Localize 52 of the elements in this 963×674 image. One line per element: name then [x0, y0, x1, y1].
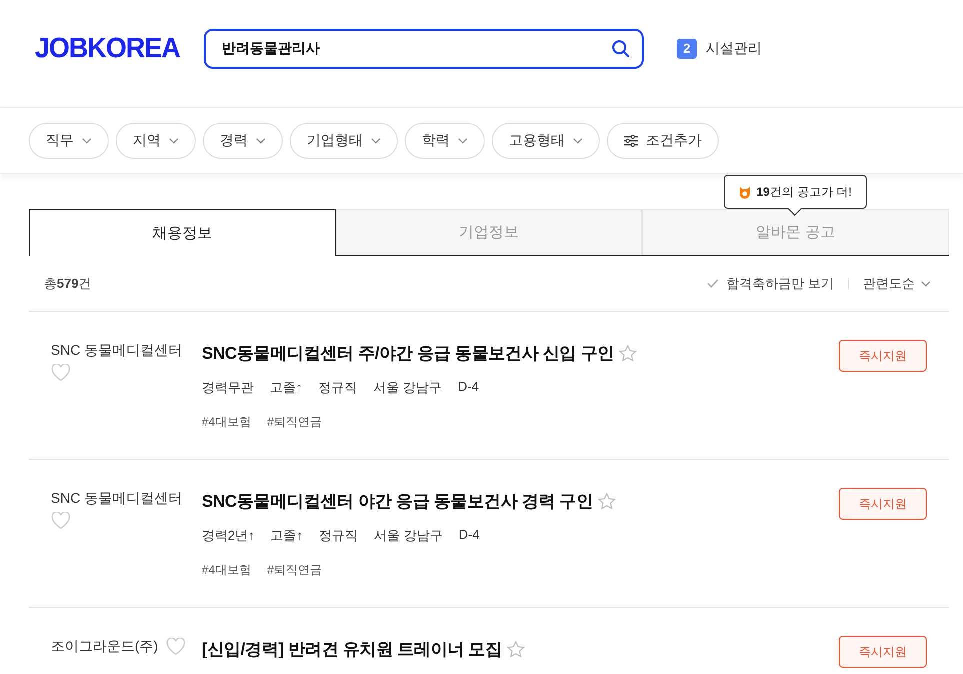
facility-link[interactable]: 시설관리 [706, 40, 762, 58]
job-condition: 경력무관 [202, 379, 254, 397]
job-condition: 고졸↑ [270, 379, 302, 397]
chevron-down-icon [371, 138, 381, 144]
job-title[interactable]: SNC동물메디컬센터 주/야간 응급 동물보건사 신입 구인 [202, 342, 614, 365]
job-condition: 정규직 [318, 379, 358, 397]
job-condition: D-4 [458, 379, 480, 396]
company-name[interactable]: SNC 동물메디컬센터 [51, 490, 182, 508]
job-title[interactable]: SNC동물메디컬센터 야간 응급 동물보건사 경력 구인 [202, 490, 594, 513]
filter-chip[interactable]: 고용형태 [492, 122, 600, 158]
logo[interactable]: JOBKOREA [35, 32, 180, 65]
heart-icon[interactable] [51, 364, 71, 382]
job-condition: 정규직 [319, 527, 358, 545]
heart-icon[interactable] [51, 512, 71, 530]
filter-chip[interactable]: 학력 [405, 122, 485, 158]
filter-chip[interactable]: 조건추가 [607, 122, 719, 158]
chevron-down-icon [573, 138, 583, 144]
job-condition: D-4 [458, 527, 480, 544]
count-badge: 2 [677, 38, 698, 58]
bonus-filter-toggle[interactable]: 합격축하금만 보기 [707, 274, 834, 292]
cat-face-icon [738, 186, 751, 198]
search-field[interactable]: 반려동물관리사 [204, 28, 644, 68]
result-count: 총579건 [44, 274, 93, 292]
chevron-down-icon [921, 280, 931, 286]
chevron-down-icon [458, 138, 468, 144]
star-icon[interactable] [619, 345, 638, 362]
filter-chip[interactable]: 기업형태 [290, 122, 398, 158]
job-title[interactable]: [신입/경력] 반려견 유치원 트레이너 모집 [202, 638, 502, 661]
star-icon[interactable] [598, 493, 616, 510]
chevron-down-icon [169, 138, 179, 144]
job-condition: 고졸↑ [270, 527, 304, 545]
filter-chip[interactable]: 경력 [203, 122, 283, 158]
tab[interactable]: 채용정보 [29, 209, 336, 256]
chevron-down-icon [82, 138, 92, 144]
sort-dropdown[interactable]: 관련도순 [863, 274, 931, 292]
job-tag[interactable]: #4대보험 [202, 562, 252, 579]
filter-chip[interactable]: 지역 [116, 122, 196, 158]
tooltip-text: 19건의 공고가 더! [756, 184, 852, 200]
job-tag[interactable]: #4대보험 [202, 414, 252, 431]
job-tag[interactable]: #퇴직연금 [267, 562, 322, 579]
sliders-icon [624, 134, 638, 146]
job-condition: 서울 강남구 [374, 379, 442, 397]
job-condition: 경력2년↑ [202, 527, 255, 545]
star-icon[interactable] [507, 641, 526, 658]
heart-icon[interactable] [166, 638, 186, 656]
filter-chip[interactable]: 직무 [29, 122, 109, 158]
search-icon[interactable] [612, 40, 630, 58]
company-name[interactable]: SNC 동물메디컬센터 [51, 342, 182, 360]
job-condition: 서울 강남구 [374, 527, 443, 545]
company-name[interactable]: 조이그라운드(주) [51, 638, 158, 656]
job-tag[interactable]: #퇴직연금 [267, 414, 322, 431]
chevron-down-icon [256, 138, 266, 144]
